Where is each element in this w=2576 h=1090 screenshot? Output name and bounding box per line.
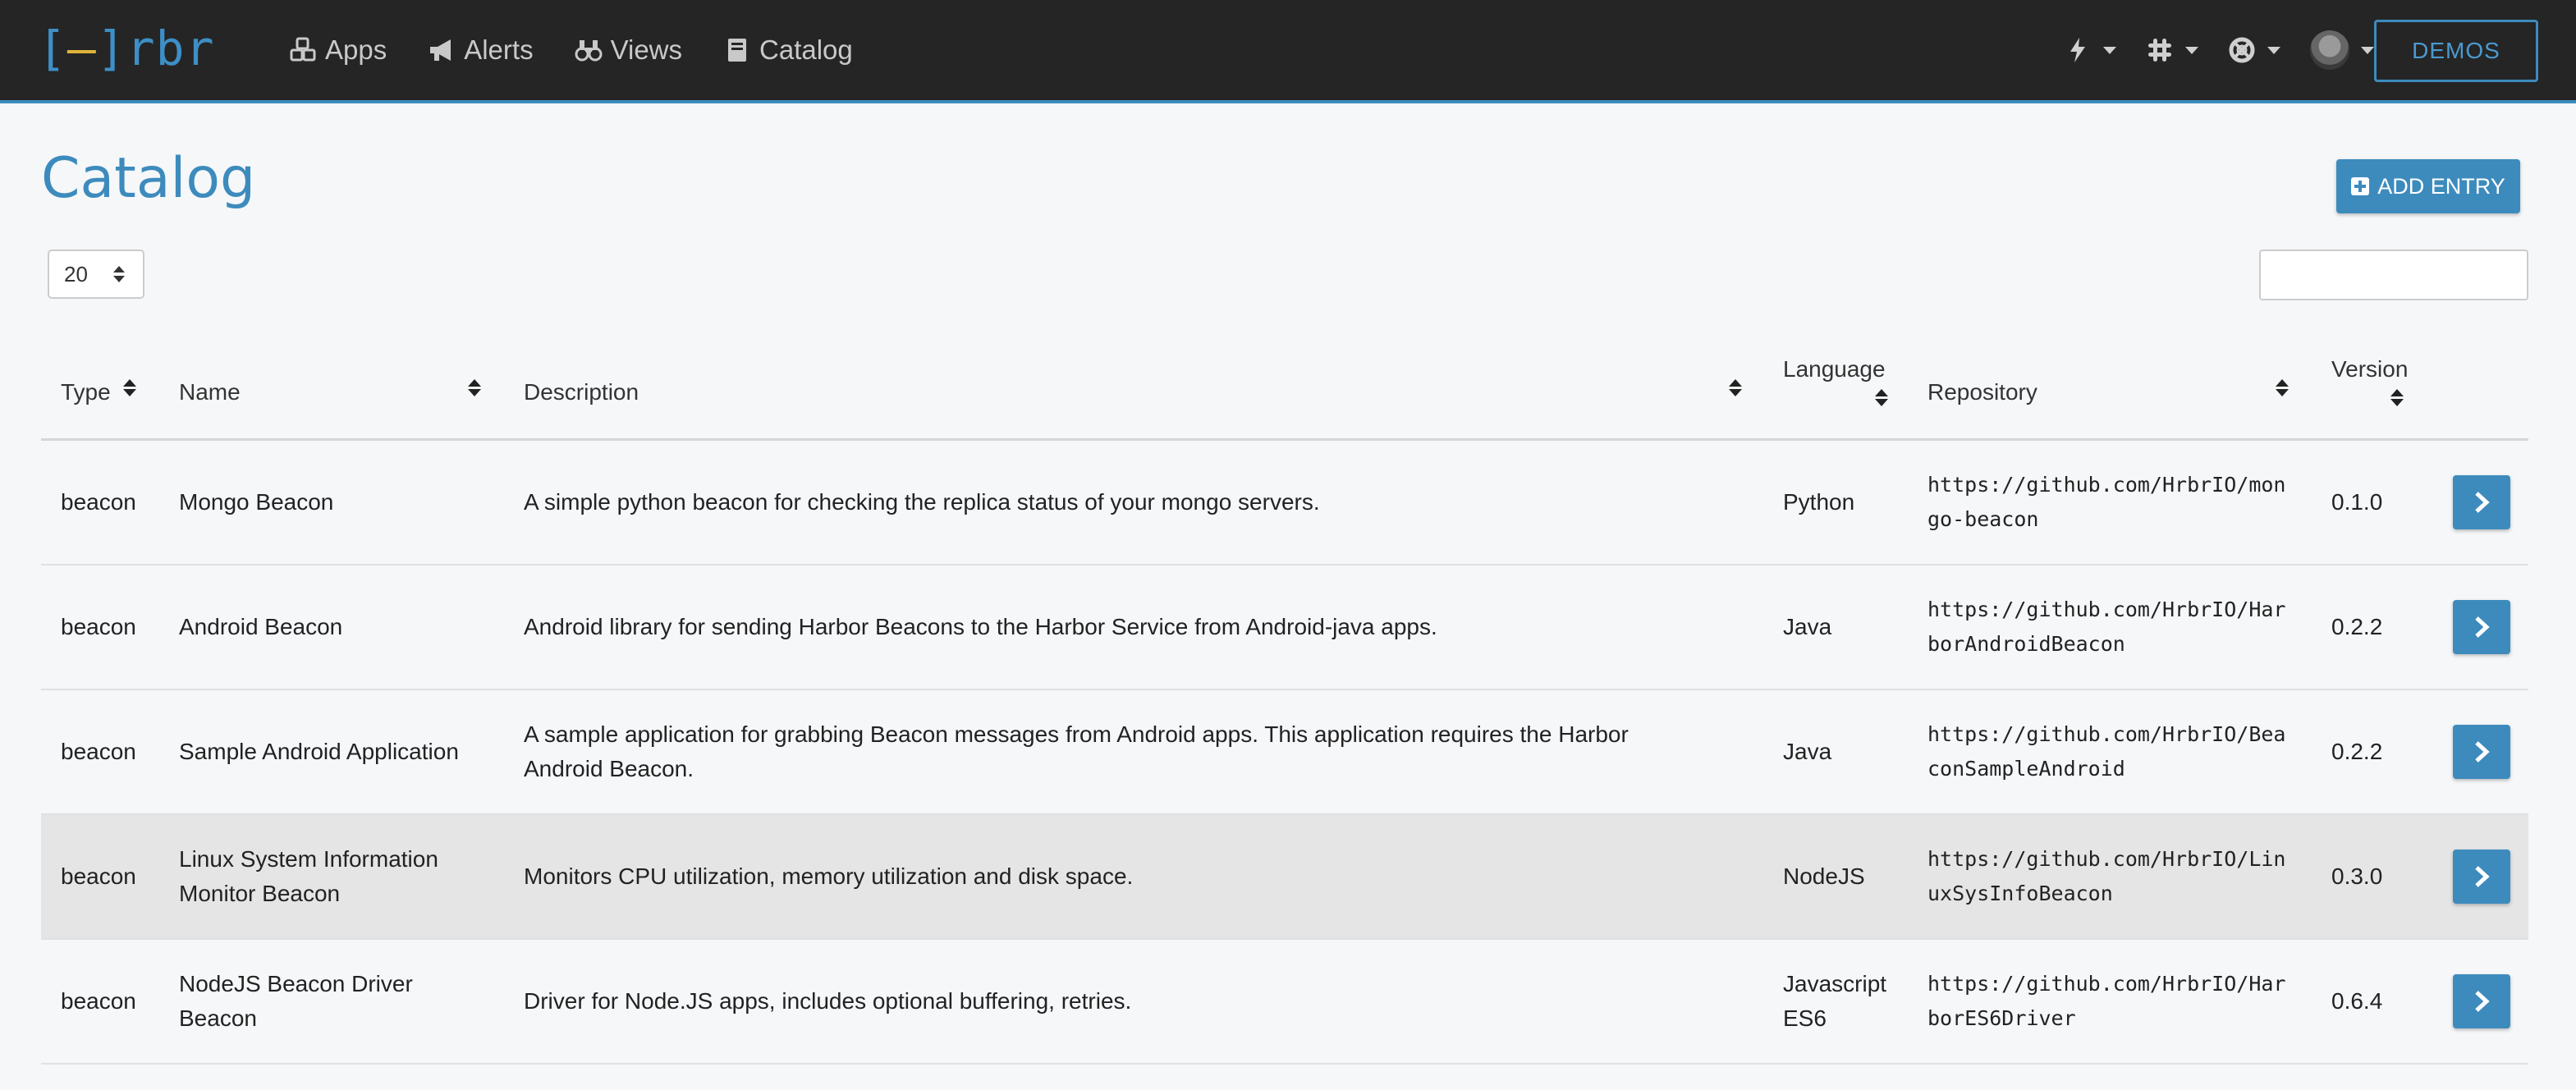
cell-name: Android Beacon — [179, 614, 343, 639]
column-header-type[interactable]: Type — [61, 379, 111, 405]
binoculars-icon — [575, 40, 603, 62]
cell-type: beacon — [61, 739, 136, 764]
column-header-language[interactable]: Language — [1783, 356, 1886, 382]
nav-label-views: Views — [610, 34, 683, 65]
page-size-select[interactable]: 20 — [48, 250, 144, 299]
harbor-logo[interactable]: [–]rbr — [38, 21, 215, 76]
open-entry-button[interactable] — [2453, 600, 2510, 654]
cell-name: Mongo Beacon — [179, 489, 334, 515]
sort-icon[interactable] — [123, 379, 136, 396]
sort-icon[interactable] — [2390, 389, 2404, 406]
add-entry-label: ADD ENTRY — [2377, 173, 2505, 199]
sort-icon[interactable] — [1729, 379, 1742, 396]
cell-repository[interactable]: https://github.com/HrbrIO/Lin uxSysInfoBe… — [1927, 842, 2286, 911]
chevron-right-icon — [2475, 616, 2490, 638]
chevron-right-icon — [2475, 991, 2490, 1012]
cell-name: NodeJS Beacon Driver Beacon — [179, 971, 413, 1031]
cell-repository[interactable]: https://github.com/HrbrIO/Bea conSampleAn… — [1927, 717, 2286, 786]
sort-icon[interactable] — [468, 379, 481, 396]
chevron-down-icon — [2267, 46, 2280, 54]
cell-language: Javascript ES6 — [1783, 971, 1887, 1031]
cell-description: A simple python beacon for checking the … — [524, 489, 1320, 515]
nav-item-alerts[interactable]: Alerts — [428, 34, 534, 66]
book-icon — [728, 39, 747, 62]
table-row[interactable]: beacon Android Beacon Android library fo… — [41, 566, 2528, 690]
cell-repository[interactable]: https://github.com/HrbrIO/Har borAndroidB… — [1927, 593, 2286, 662]
cell-type: beacon — [61, 863, 136, 889]
page-title: Catalog — [41, 146, 256, 211]
cell-type: beacon — [61, 614, 136, 639]
cell-description: Driver for Node.JS apps, includes option… — [524, 988, 1132, 1014]
cell-version: 0.6.4 — [2331, 988, 2383, 1014]
bullhorn-icon — [430, 39, 451, 61]
bolt-icon — [2070, 38, 2085, 62]
cell-language: Java — [1783, 614, 1832, 639]
cell-description: Android library for sending Harbor Beaco… — [524, 614, 1437, 639]
nav-item-apps[interactable]: Apps — [289, 34, 387, 66]
column-header-name[interactable]: Name — [179, 379, 241, 405]
slack-dropdown[interactable] — [2146, 36, 2198, 64]
cell-description: A sample application for grabbing Beacon… — [524, 721, 1629, 781]
table-row[interactable]: beacon Mongo Beacon A simple python beac… — [41, 441, 2528, 566]
chevron-right-icon — [2475, 492, 2490, 513]
catalog-table: Type Name Description Language Repositor… — [41, 341, 2528, 1065]
nav-label-catalog: Catalog — [759, 34, 853, 65]
cell-version: 0.3.0 — [2331, 863, 2383, 889]
cell-language: Java — [1783, 739, 1832, 764]
search-input[interactable] — [2259, 250, 2528, 300]
sort-icon[interactable] — [2276, 379, 2289, 396]
table-row[interactable]: beacon NodeJS Beacon Driver Beacon Driver… — [41, 940, 2528, 1065]
chevron-right-icon — [2475, 741, 2490, 763]
help-dropdown[interactable] — [2228, 36, 2280, 64]
top-navbar: [–]rbr Apps Alerts Views Catalog DEMOS — [0, 0, 2576, 103]
chevron-down-icon — [2361, 46, 2374, 54]
table-header: Type Name Description Language Repositor… — [41, 341, 2528, 441]
chevron-down-icon — [2103, 46, 2116, 54]
user-menu[interactable] — [2310, 30, 2374, 70]
open-entry-button[interactable] — [2453, 725, 2510, 779]
open-entry-button[interactable] — [2453, 475, 2510, 529]
sort-icon[interactable] — [1875, 389, 1888, 406]
cell-repository[interactable]: https://github.com/HrbrIO/mon go-beacon — [1927, 468, 2286, 537]
nav-label-apps: Apps — [325, 34, 387, 65]
table-row[interactable]: beacon Sample Android Application A samp… — [41, 690, 2528, 815]
cell-version: 0.1.0 — [2331, 489, 2383, 515]
column-header-description[interactable]: Description — [524, 379, 639, 405]
cell-name: Linux System Information Monitor Beacon — [179, 846, 438, 906]
life-ring-icon — [2229, 37, 2255, 63]
chevron-down-icon — [2185, 46, 2198, 54]
open-entry-button[interactable] — [2453, 850, 2510, 904]
column-header-repository[interactable]: Repository — [1927, 379, 2037, 405]
cell-type: beacon — [61, 489, 136, 515]
cell-description: Monitors CPU utilization, memory utiliza… — [524, 863, 1134, 889]
cell-language: Python — [1783, 489, 1855, 515]
cell-version: 0.2.2 — [2331, 614, 2383, 639]
avatar — [2310, 30, 2349, 70]
demos-button[interactable]: DEMOS — [2374, 20, 2538, 82]
cell-repository[interactable]: https://github.com/HrbrIO/Har borES6Drive… — [1927, 967, 2286, 1036]
table-row[interactable]: beacon Linux System Information Monitor B… — [41, 815, 2528, 940]
cell-language: NodeJS — [1783, 863, 1865, 889]
open-entry-button[interactable] — [2453, 974, 2510, 1028]
header-tools — [2064, 25, 2374, 76]
cell-version: 0.2.2 — [2331, 739, 2383, 764]
slack-icon — [2148, 39, 2171, 62]
nav-item-catalog[interactable]: Catalog — [723, 34, 853, 66]
main-nav: Apps Alerts Views Catalog — [289, 25, 853, 76]
bolt-dropdown[interactable] — [2064, 36, 2116, 64]
logo-text: [–]rbr — [38, 21, 215, 76]
cubes-icon — [290, 37, 316, 62]
cell-type: beacon — [61, 988, 136, 1014]
chevron-right-icon — [2475, 866, 2490, 887]
nav-label-alerts: Alerts — [464, 34, 534, 65]
nav-item-views[interactable]: Views — [575, 34, 682, 66]
cell-name: Sample Android Application — [179, 739, 459, 764]
page-size-value: 20 — [64, 261, 88, 286]
sort-updown-icon — [113, 266, 125, 282]
column-header-version[interactable]: Version — [2331, 356, 2408, 382]
add-entry-button[interactable]: ADD ENTRY — [2336, 159, 2520, 213]
plus-square-icon — [2351, 177, 2370, 195]
